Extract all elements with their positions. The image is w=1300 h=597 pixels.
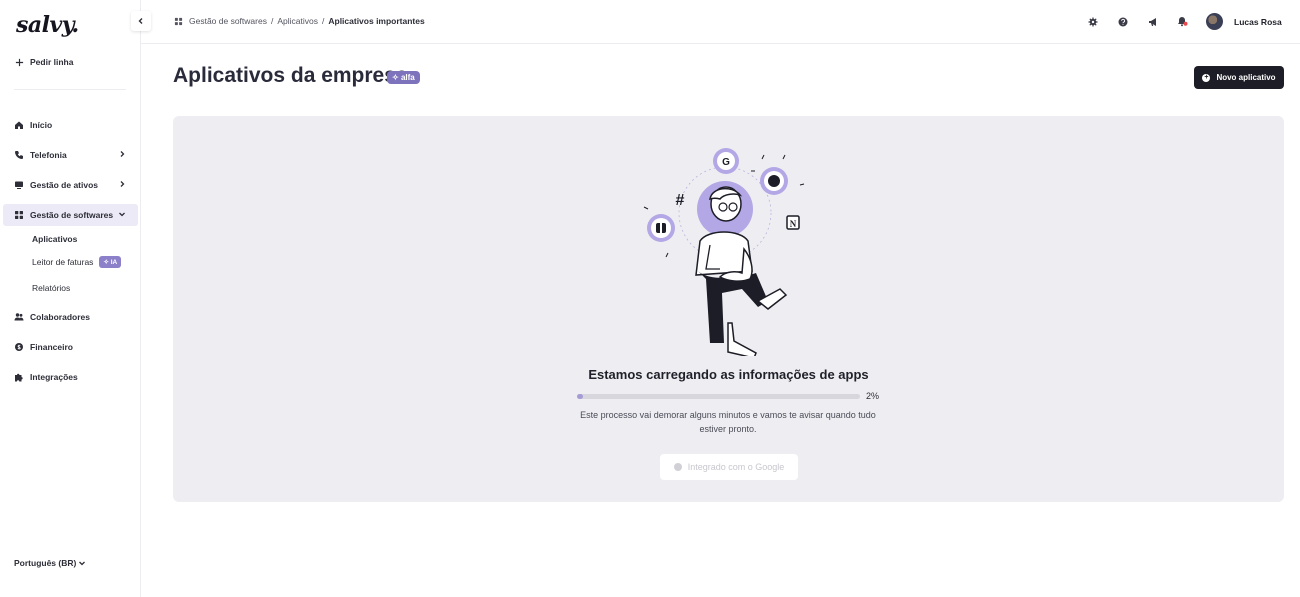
logo[interactable]: salvy. <box>16 12 79 38</box>
svg-text:#: # <box>676 192 685 209</box>
monitor-icon <box>14 180 24 190</box>
loading-panel: G # N Estamos carregando as informações … <box>173 116 1284 502</box>
home-icon <box>14 120 24 130</box>
svg-text:G: G <box>722 157 730 168</box>
settings-icon[interactable] <box>1087 16 1098 27</box>
sidebar-item-label: Telefonia <box>30 150 67 160</box>
new-app-label: Novo aplicativo <box>1216 73 1276 82</box>
notifications-icon[interactable] <box>1177 16 1188 27</box>
sidebar-item-label: Financeiro <box>30 342 73 352</box>
breadcrumb-link[interactable]: Aplicativos <box>277 16 318 26</box>
collapse-sidebar-button[interactable] <box>131 11 151 31</box>
sidebar-item-label: Integrações <box>30 372 78 382</box>
svg-text:N: N <box>790 219 797 229</box>
sidebar-item-gestao-softwares[interactable]: Gestão de softwares <box>3 204 138 226</box>
pedir-linha-button[interactable]: Pedir linha <box>3 51 138 73</box>
phone-icon <box>14 150 24 160</box>
pedir-linha-label: Pedir linha <box>30 57 74 67</box>
sidebar-item-label: Gestão de softwares <box>30 210 114 220</box>
breadcrumb-separator: / <box>270 16 274 26</box>
subitem-relatorios[interactable]: Relatórios <box>32 283 70 293</box>
users-icon <box>14 312 24 322</box>
google-icon <box>673 463 682 471</box>
plus-icon <box>14 57 24 67</box>
coin-icon <box>14 342 24 352</box>
google-button-label: Integrado com o Google <box>687 462 785 472</box>
sidebar-item-label: Início <box>30 120 53 130</box>
google-integration-button[interactable]: Integrado com o Google <box>660 454 798 480</box>
subitem-leitor-faturas[interactable]: Leitor de faturas ✧ IA <box>32 256 122 268</box>
sidebar-item-telefonia[interactable]: Telefonia <box>3 144 138 166</box>
user-name[interactable]: Lucas Rosa <box>1234 17 1282 27</box>
sidebar-item-integracoes[interactable]: Integrações <box>3 366 138 388</box>
breadcrumb-separator: / <box>321 16 325 26</box>
language-selector[interactable]: Português (BR) <box>14 558 86 568</box>
breadcrumb-link[interactable]: Gestão de softwares <box>189 16 267 26</box>
megaphone-icon[interactable] <box>1147 16 1158 27</box>
chevron-right-icon <box>118 150 126 160</box>
alfa-badge: ✧ alfa <box>387 71 420 84</box>
apps-icon <box>14 210 24 220</box>
chevron-right-icon <box>118 180 126 190</box>
breadcrumb: Gestão de softwares / Aplicativos / Apli… <box>174 16 425 26</box>
progress-percent: 2% <box>866 391 880 401</box>
subitem-aplicativos[interactable]: Aplicativos <box>32 234 77 244</box>
sidebar-divider <box>14 89 126 90</box>
progress-bar <box>577 394 860 399</box>
loading-illustration: G # N <box>643 148 805 356</box>
sidebar: salvy. Pedir linha Início Telefonia Gest… <box>0 0 141 597</box>
sidebar-item-colaboradores[interactable]: Colaboradores <box>3 306 138 328</box>
language-label: Português (BR) <box>14 558 77 568</box>
top-bar: Gestão de softwares / Aplicativos / Apli… <box>141 0 1300 44</box>
loading-description: Este processo vai demorar alguns minutos… <box>580 410 876 434</box>
sidebar-item-label: Colaboradores <box>30 312 90 322</box>
new-app-button[interactable]: + Novo aplicativo <box>1194 66 1284 89</box>
avatar[interactable] <box>1206 13 1223 30</box>
sidebar-item-label: Gestão de ativos <box>30 180 99 190</box>
apps-icon <box>174 17 183 26</box>
subitem-label: Relatórios <box>32 283 71 293</box>
subitem-label: Aplicativos <box>32 234 78 244</box>
chevron-down-icon <box>78 559 86 567</box>
help-icon[interactable] <box>1117 16 1128 27</box>
subitem-label: Leitor de faturas <box>32 257 94 267</box>
puzzle-icon <box>14 372 24 382</box>
plus-circle-icon: + <box>1202 73 1211 82</box>
sidebar-item-inicio[interactable]: Início <box>3 114 138 136</box>
chevron-down-icon <box>118 210 126 220</box>
sidebar-item-financeiro[interactable]: Financeiro <box>3 336 138 358</box>
loading-title: Estamos carregando as informações de app… <box>588 367 869 382</box>
breadcrumb-current: Aplicativos importantes <box>328 16 425 26</box>
sidebar-item-gestao-ativos[interactable]: Gestão de ativos <box>3 174 138 196</box>
chevron-left-icon <box>137 17 145 25</box>
ia-badge: ✧ IA <box>99 256 122 268</box>
progress-fill <box>577 394 583 399</box>
page-title: Aplicativos da empresa <box>173 64 408 87</box>
